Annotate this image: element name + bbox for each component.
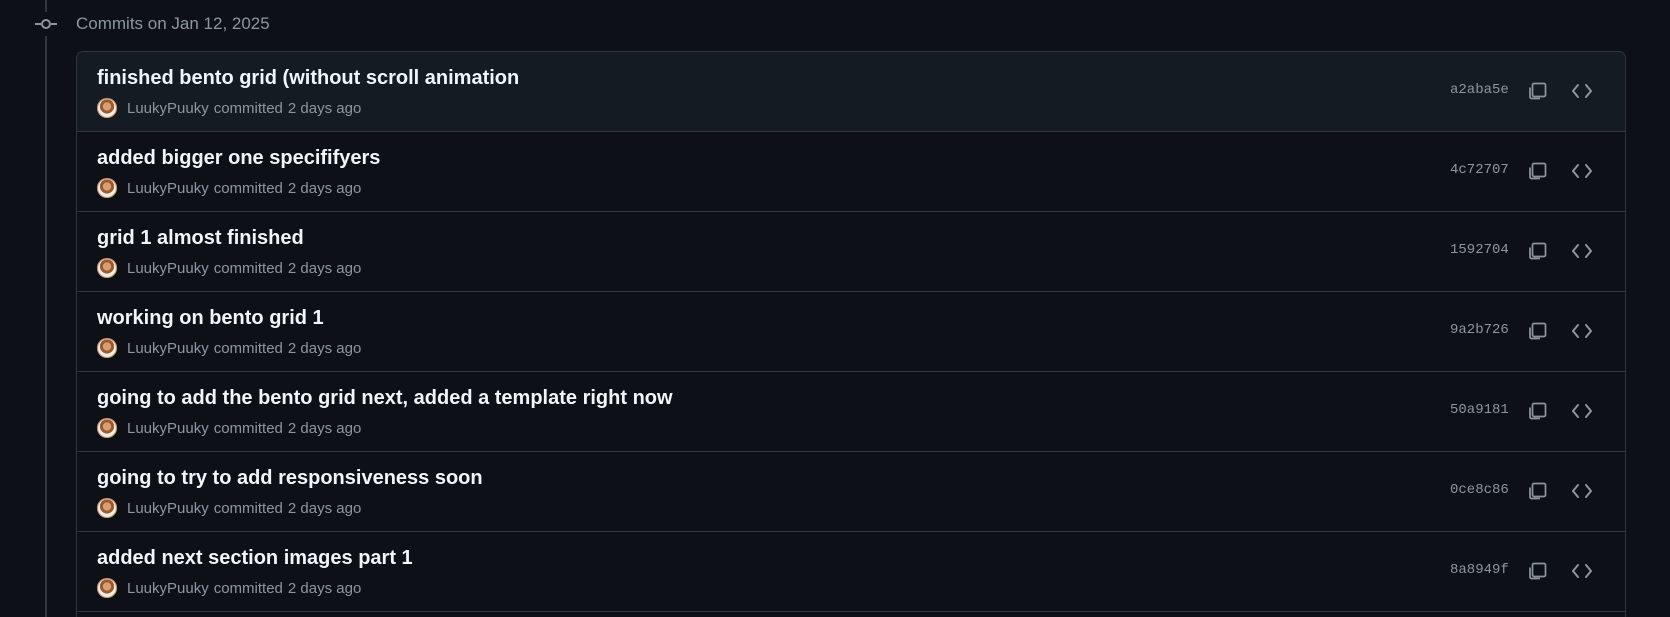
browse-repo-button[interactable] xyxy=(1567,156,1597,186)
commit-author-link[interactable]: LuukyPuuky xyxy=(127,420,209,437)
commit-action-text: committed xyxy=(213,179,283,197)
commit-history-page: Commits on Jan 12, 2025 finished bento g… xyxy=(0,0,1670,617)
code-icon xyxy=(1571,82,1593,100)
commit-author-link[interactable]: LuukyPuuky xyxy=(127,500,209,517)
avatar[interactable] xyxy=(97,258,117,278)
commit-sha-link[interactable]: 50a9181 xyxy=(1450,402,1509,418)
commit-meta: LuukyPuuky committed 2 days ago xyxy=(97,338,361,358)
commit-meta: LuukyPuuky committed 2 days ago xyxy=(97,418,361,438)
avatar[interactable] xyxy=(97,578,117,598)
commit-title-link[interactable]: added next section images part 1 xyxy=(97,547,413,570)
commit-meta: LuukyPuuky committed 2 days ago xyxy=(97,498,361,518)
commit-row: going to add the bento grid next, added … xyxy=(77,372,1625,452)
commit-sha-link[interactable]: 8a8949f xyxy=(1450,562,1509,578)
commit-time: 2 days ago xyxy=(287,179,362,197)
copy-sha-button[interactable] xyxy=(1522,236,1552,266)
commit-title-link[interactable]: added bigger one specififyers xyxy=(97,147,380,170)
commit-time: 2 days ago xyxy=(287,419,362,437)
commit-author-link[interactable]: LuukyPuuky xyxy=(127,580,209,597)
code-icon xyxy=(1571,562,1593,580)
commit-row: added bigger one specififyers LuukyPuuky… xyxy=(77,132,1625,212)
commit-title-link[interactable]: going to add the bento grid next, added … xyxy=(97,387,673,410)
browse-repo-button[interactable] xyxy=(1567,236,1597,266)
commit-row: added next section images part 1 LuukyPu… xyxy=(77,532,1625,612)
copy-icon xyxy=(1527,81,1547,101)
commit-row: grid 1 almost finished LuukyPuuky commit… xyxy=(77,212,1625,292)
commit-time: 2 days ago xyxy=(287,339,362,357)
copy-sha-button[interactable] xyxy=(1522,556,1552,586)
commit-time: 2 days ago xyxy=(287,99,362,117)
copy-sha-button[interactable] xyxy=(1522,476,1552,506)
commit-action-text: committed xyxy=(213,259,283,277)
copy-sha-button[interactable] xyxy=(1522,316,1552,346)
code-icon xyxy=(1571,322,1593,340)
copy-icon xyxy=(1527,161,1547,181)
commit-row: finished bento grid (without scroll anim… xyxy=(77,52,1625,132)
code-icon xyxy=(1571,242,1593,260)
commit-time: 2 days ago xyxy=(287,499,362,517)
avatar[interactable] xyxy=(97,178,117,198)
copy-sha-button[interactable] xyxy=(1522,76,1552,106)
browse-repo-button[interactable] xyxy=(1567,396,1597,426)
browse-repo-button[interactable] xyxy=(1567,476,1597,506)
commit-action-text: committed xyxy=(213,579,283,597)
code-icon xyxy=(1571,482,1593,500)
code-icon xyxy=(1571,162,1593,180)
copy-icon xyxy=(1527,561,1547,581)
commit-sha-link[interactable]: 4c72707 xyxy=(1450,162,1509,178)
commit-time: 2 days ago xyxy=(287,259,362,277)
browse-repo-button[interactable] xyxy=(1567,316,1597,346)
commit-list: finished bento grid (without scroll anim… xyxy=(76,51,1626,617)
commit-title-link[interactable]: going to try to add responsiveness soon xyxy=(97,467,483,490)
commit-sha-link[interactable]: 1592704 xyxy=(1450,242,1509,258)
browse-repo-button[interactable] xyxy=(1567,76,1597,106)
browse-repo-button[interactable] xyxy=(1567,556,1597,586)
code-icon xyxy=(1571,402,1593,420)
avatar[interactable] xyxy=(97,338,117,358)
commit-row: working on bento grid 1 LuukyPuuky commi… xyxy=(77,292,1625,372)
commit-author-link[interactable]: LuukyPuuky xyxy=(127,260,209,277)
commit-meta: LuukyPuuky committed 2 days ago xyxy=(97,98,361,118)
timeline-line xyxy=(45,0,47,617)
commit-author-link[interactable]: LuukyPuuky xyxy=(127,100,209,117)
commit-time: 2 days ago xyxy=(287,579,362,597)
commit-action-text: committed xyxy=(213,99,283,117)
commit-action-text: committed xyxy=(213,339,283,357)
commit-author-link[interactable]: LuukyPuuky xyxy=(127,180,209,197)
commit-group-header: Commits on Jan 12, 2025 xyxy=(33,12,270,36)
copy-sha-button[interactable] xyxy=(1522,396,1552,426)
commit-title-link[interactable]: working on bento grid 1 xyxy=(97,307,324,330)
commit-sha-link[interactable]: a2aba5e xyxy=(1450,82,1509,98)
commit-group-title: Commits on Jan 12, 2025 xyxy=(76,14,270,33)
commit-title-link[interactable]: finished bento grid (without scroll anim… xyxy=(97,67,519,90)
git-commit-icon xyxy=(33,12,59,36)
commit-title-link[interactable]: grid 1 almost finished xyxy=(97,227,304,250)
copy-icon xyxy=(1527,481,1547,501)
commit-meta: LuukyPuuky committed 2 days ago xyxy=(97,178,361,198)
commit-sha-link[interactable]: 0ce8c86 xyxy=(1450,482,1509,498)
copy-icon xyxy=(1527,241,1547,261)
avatar[interactable] xyxy=(97,498,117,518)
avatar[interactable] xyxy=(97,98,117,118)
commit-author-link[interactable]: LuukyPuuky xyxy=(127,340,209,357)
copy-icon xyxy=(1527,401,1547,421)
copy-icon xyxy=(1527,321,1547,341)
avatar[interactable] xyxy=(97,418,117,438)
commit-meta: LuukyPuuky committed 2 days ago xyxy=(97,578,361,598)
commit-action-text: committed xyxy=(213,499,283,517)
commit-action-text: committed xyxy=(213,419,283,437)
commit-sha-link[interactable]: 9a2b726 xyxy=(1450,322,1509,338)
commit-meta: LuukyPuuky committed 2 days ago xyxy=(97,258,361,278)
commit-row: going to try to add responsiveness soon … xyxy=(77,452,1625,532)
copy-sha-button[interactable] xyxy=(1522,156,1552,186)
